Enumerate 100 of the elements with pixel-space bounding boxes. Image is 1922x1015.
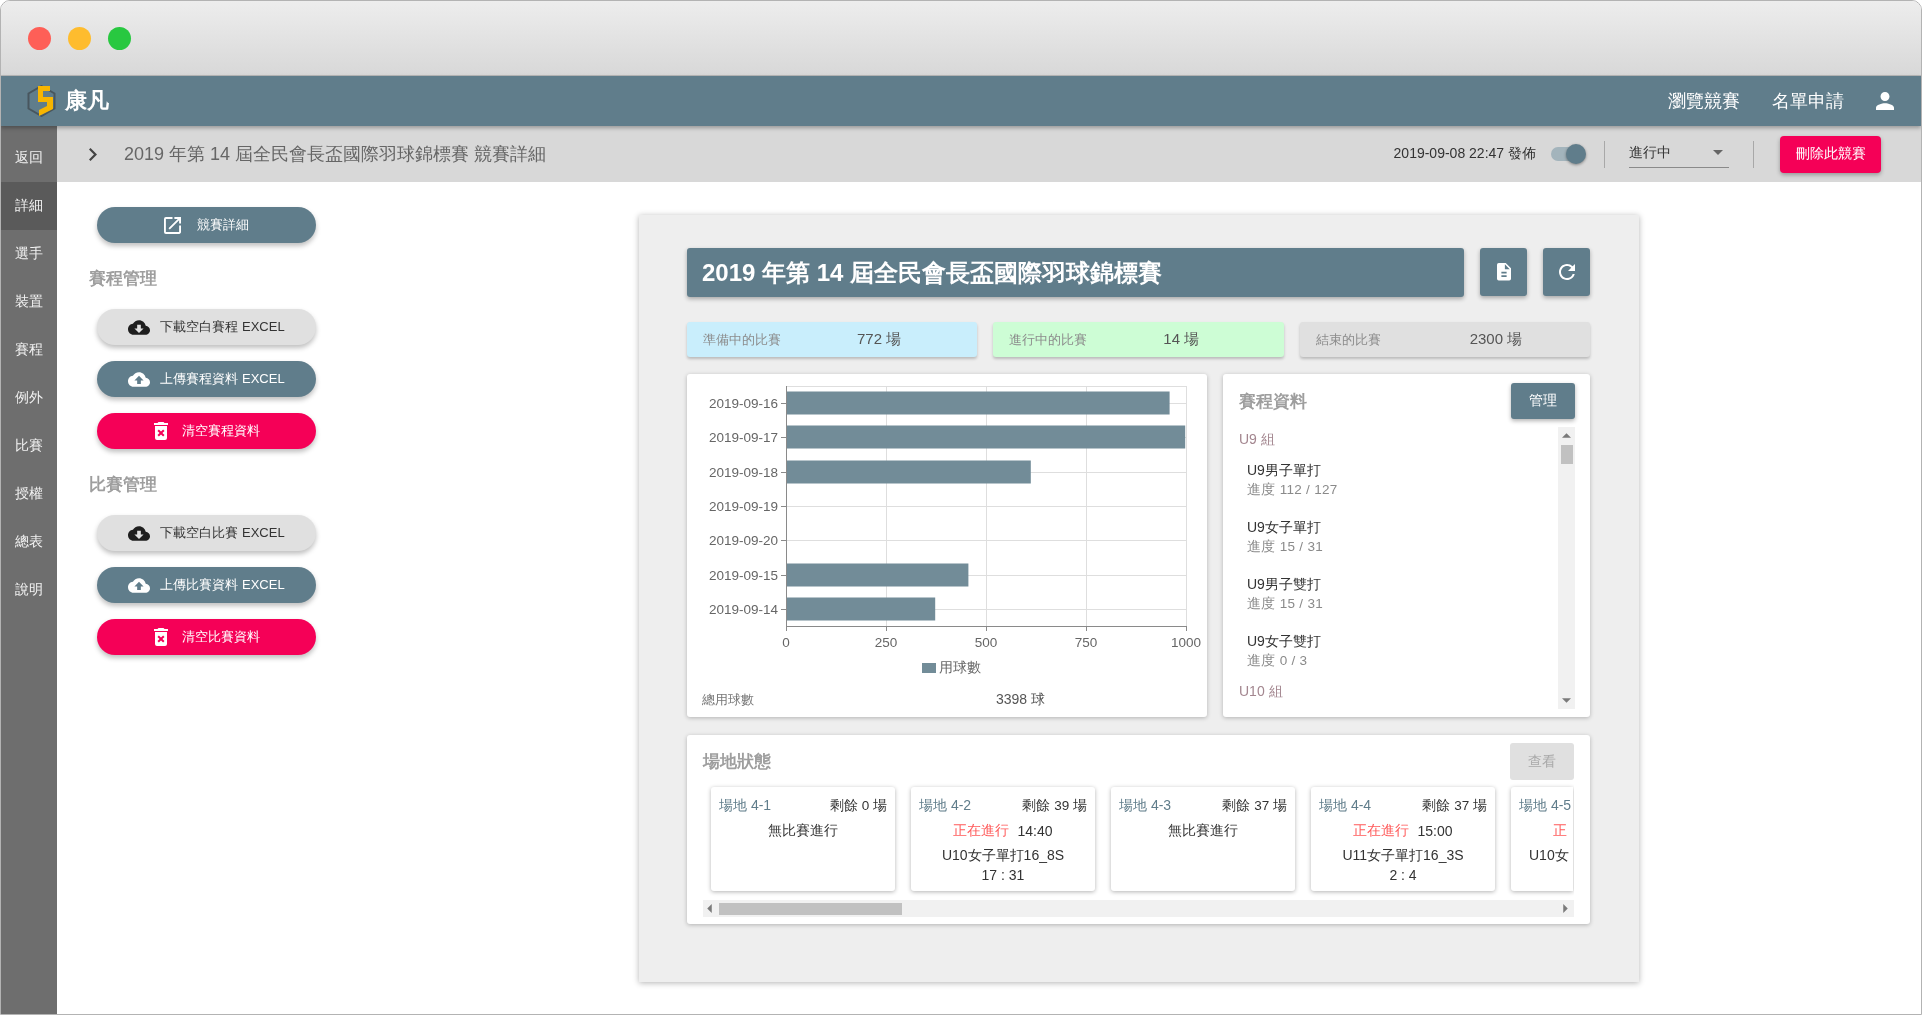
match-score: 17 : 31	[981, 867, 1025, 883]
panel-title: 賽程資料	[1239, 390, 1307, 413]
vertical-scrollbar[interactable]	[1558, 427, 1575, 709]
stat-label: 進行中的比賽	[1009, 330, 1089, 349]
scrollbar-thumb[interactable]	[1560, 445, 1573, 464]
tick-label: 250	[874, 635, 898, 650]
match-status: 無比賽進行	[1168, 822, 1238, 840]
sidebar-item[interactable]: 選手	[1, 230, 57, 278]
total-label: 總用球數	[702, 691, 755, 709]
court-name: 場地 4-2	[919, 797, 972, 815]
account-icon[interactable]	[1876, 92, 1894, 110]
legend-label: 用球數	[939, 660, 981, 675]
match-status: 正在進行	[953, 822, 1010, 840]
event-name[interactable]: U9女子雙打	[1247, 631, 1321, 651]
court-name: 場地 4-4	[1319, 797, 1372, 815]
scroll-right-arrow-icon[interactable]	[1563, 904, 1568, 913]
sidebar-item[interactable]: 總表	[1, 518, 57, 566]
scroll-down-arrow-icon[interactable]	[1562, 698, 1571, 703]
court-name: 場地 4-5	[1519, 797, 1572, 815]
stat-value: 14 場	[1163, 330, 1200, 349]
court-card[interactable]: 場地 4-1 剩餘 0 場 無比賽進行	[711, 787, 895, 891]
remaining-count: 剩餘 37 場	[1222, 797, 1287, 815]
status-dropdown[interactable]: 進行中	[1629, 140, 1729, 168]
sidebar-item[interactable]: 比賽	[1, 422, 57, 470]
trash-icon	[153, 628, 168, 646]
publish-toggle[interactable]	[1550, 144, 1586, 164]
detail-button[interactable]: 競賽詳細	[97, 207, 316, 243]
sidebar-item[interactable]: 返回	[1, 126, 57, 182]
category-label: 2019-09-14	[708, 602, 778, 617]
scroll-left-arrow-icon[interactable]	[707, 904, 712, 913]
refresh-button[interactable]	[1543, 248, 1590, 296]
court-card[interactable]: 場地 4-2 剩餘 39 場 正在進行 14:40 U10女子單打16_8S 17 : 31	[911, 787, 1095, 891]
clear-button[interactable]: 清空比賽資料	[97, 619, 316, 655]
close-button[interactable]	[28, 26, 51, 50]
scrollbar-thumb[interactable]	[719, 902, 902, 915]
logo-icon	[27, 85, 56, 117]
external-link-icon	[164, 216, 181, 234]
refresh-icon	[1558, 264, 1575, 280]
remaining-count: 剩餘 37 場	[1422, 797, 1487, 815]
delete-button[interactable]: 刪除此競賽	[1780, 135, 1881, 173]
document-button[interactable]	[1480, 248, 1527, 296]
court-card[interactable]: 場地 4-3 剩餘 37 場 無比賽進行	[1111, 787, 1295, 891]
group-header: U10 組	[1239, 682, 1283, 701]
match-time: 15:00	[1417, 823, 1453, 839]
download-button[interactable]: 下載空白比賽 EXCEL	[97, 515, 316, 551]
nav-link[interactable]: 瀏覽競賽	[1668, 89, 1740, 113]
section-heading: 賽程管理	[89, 268, 157, 290]
download-button[interactable]: 下載空白賽程 EXCEL	[97, 309, 316, 345]
chevron-right-icon[interactable]	[89, 147, 97, 161]
remaining-count: 剩餘 0 場	[830, 797, 887, 815]
brand-name: 康凡	[65, 87, 109, 115]
publish-date: 2019-09-08 22:47 發佈	[1393, 145, 1536, 163]
upload-button[interactable]: 上傳賽程資料 EXCEL	[97, 361, 316, 397]
stat-value: 2300 場	[1469, 330, 1523, 349]
remaining-count: 剩餘 39 場	[1022, 797, 1087, 815]
match-score: 2 : 4	[1389, 867, 1417, 883]
document-icon	[1496, 263, 1511, 281]
match-name: U10女子單打16_8S	[941, 847, 1065, 865]
match-name: U10女	[1529, 847, 1569, 865]
group-header: U9 組	[1239, 430, 1275, 449]
match-count: 進度 0 / 3	[1247, 652, 1308, 670]
manage-button[interactable]: 管理	[1511, 383, 1575, 419]
court-card[interactable]: 場地 4-4 剩餘 37 場 正在進行 15:00 U11女子單打16_3S 2 : 4	[1311, 787, 1495, 891]
sidebar-item[interactable]: 授權	[1, 470, 57, 518]
match-status: 正	[1553, 822, 1567, 840]
tick-label: 0	[782, 635, 790, 650]
sidebar-item[interactable]: 裝置	[1, 278, 57, 326]
title-banner: 2019 年第 14 屆全民會長盃國際羽球錦標賽	[687, 248, 1464, 297]
event-name[interactable]: U9男子雙打	[1247, 574, 1321, 594]
match-count: 進度 15 / 31	[1247, 538, 1324, 556]
match-count: 進度 15 / 31	[1247, 595, 1324, 613]
category-label: 2019-09-19	[708, 499, 778, 514]
clear-button[interactable]: 清空賽程資料	[97, 413, 316, 449]
tick-label: 1000	[1171, 635, 1201, 650]
match-status: 正在進行	[1353, 822, 1410, 840]
tick-label: 750	[1074, 635, 1098, 650]
sidebar-item[interactable]: 例外	[1, 374, 57, 422]
panel-title: 場地狀態	[703, 751, 771, 773]
court-name: 場地 4-1	[719, 797, 772, 815]
section-heading: 比賽管理	[89, 474, 157, 496]
horizontal-scrollbar[interactable]	[703, 900, 1574, 917]
court-name: 場地 4-3	[1119, 797, 1172, 815]
match-status: 無比賽進行	[768, 822, 838, 840]
breadcrumb: 2019 年第 14 屆全民會長盃國際羽球錦標賽 競賽詳細	[124, 143, 547, 166]
sidebar-item[interactable]: 詳細	[1, 182, 57, 230]
category-label: 2019-09-18	[708, 465, 778, 480]
sidebar-item[interactable]: 賽程	[1, 326, 57, 374]
event-name[interactable]: U9女子單打	[1247, 517, 1321, 537]
nav-link[interactable]: 名單申請	[1772, 89, 1844, 113]
court-card[interactable]: 場地 4-5 正 U10女	[1511, 787, 1573, 891]
match-name: U11女子單打16_3S	[1342, 847, 1464, 865]
upload-button[interactable]: 上傳比賽資料 EXCEL	[97, 567, 316, 603]
category-label: 2019-09-20	[708, 533, 778, 548]
sidebar-item[interactable]: 說明	[1, 566, 57, 614]
stat-label: 準備中的比賽	[703, 330, 782, 349]
trash-icon	[153, 422, 168, 440]
event-name[interactable]: U9男子單打	[1247, 460, 1321, 480]
scroll-up-arrow-icon[interactable]	[1562, 433, 1571, 438]
tick-label: 500	[974, 635, 998, 650]
match-count: 進度 112 / 127	[1247, 481, 1338, 499]
